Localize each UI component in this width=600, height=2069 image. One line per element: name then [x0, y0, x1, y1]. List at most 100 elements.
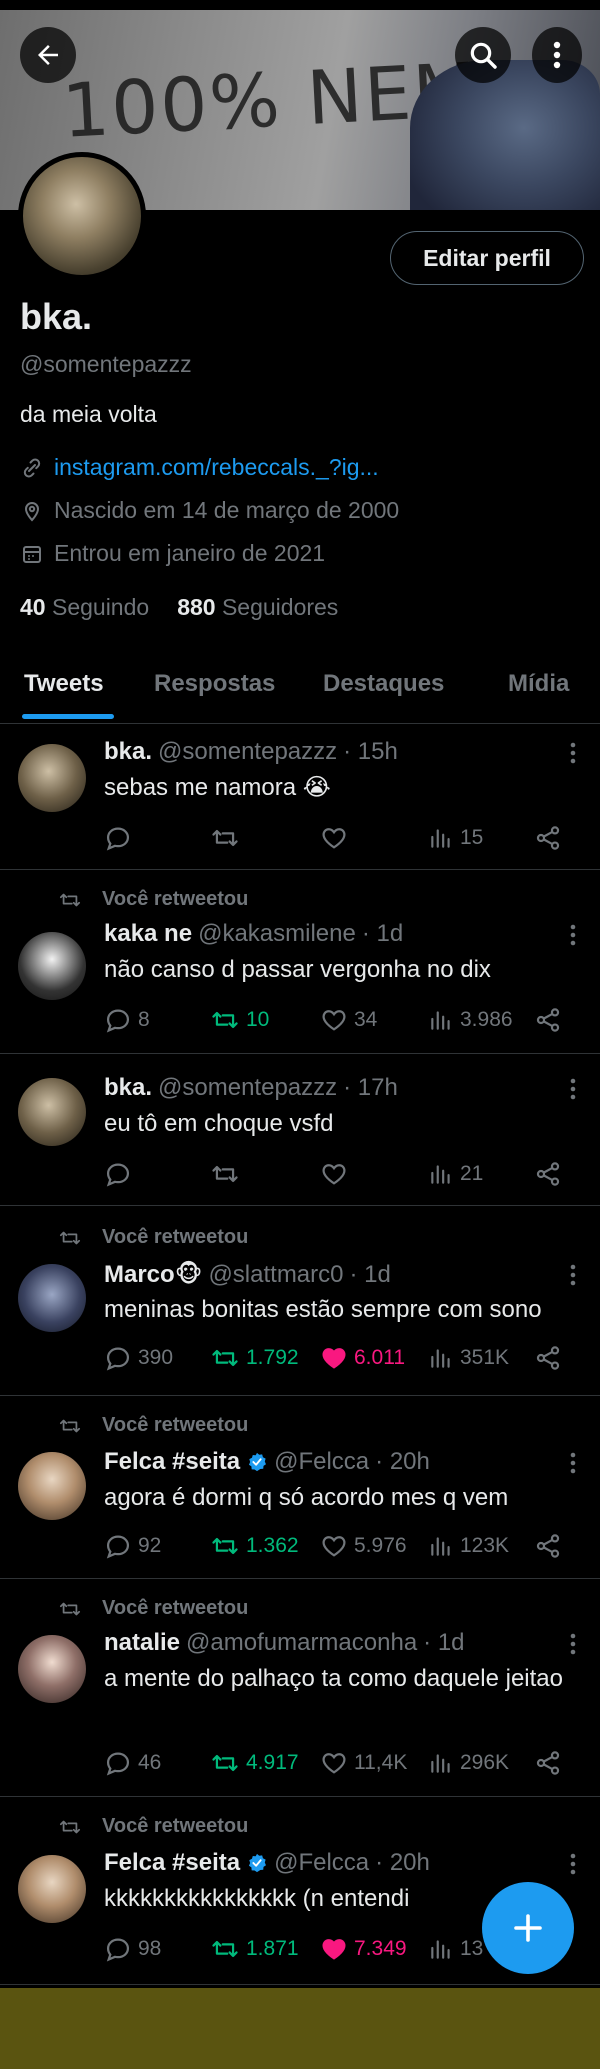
- retweet-count: 10: [246, 1008, 270, 1031]
- reply-button[interactable]: [104, 1160, 138, 1188]
- like-count: 6.011: [354, 1346, 405, 1369]
- share-button[interactable]: [534, 1160, 562, 1188]
- tweet-more-icon[interactable]: [570, 924, 576, 946]
- like-button[interactable]: 6.011: [320, 1344, 405, 1372]
- location-pin-icon: [24, 501, 40, 521]
- tweet-more-icon[interactable]: [570, 1633, 576, 1655]
- retweeted-label: Você retweetou: [102, 1597, 249, 1619]
- followers-stat[interactable]: 880 Seguidores: [177, 594, 338, 621]
- tweet-author-name[interactable]: kaka ne: [104, 920, 192, 948]
- profile-link[interactable]: instagram.com/rebeccals._?ig...: [54, 454, 379, 481]
- profile-link-row[interactable]: instagram.com/rebeccals._?ig...: [20, 454, 379, 481]
- views-button[interactable]: 15: [428, 824, 483, 852]
- retweet-button[interactable]: 1.362: [210, 1532, 299, 1560]
- retweeted-label-row: Você retweetou: [59, 1414, 248, 1437]
- profile-avatar[interactable]: [18, 152, 146, 280]
- tweet-author-name[interactable]: natalie: [104, 1629, 180, 1657]
- views-count: 3.986: [460, 1008, 513, 1031]
- tab-respostas[interactable]: Respostas: [154, 670, 275, 698]
- tab-destaques[interactable]: Destaques: [323, 670, 444, 698]
- tweet-item[interactable]: Você retweetou natalie @amofumarmaconha ·…: [0, 1579, 600, 1797]
- tweet-avatar[interactable]: [18, 1452, 86, 1520]
- share-icon: [536, 1008, 560, 1032]
- reply-button[interactable]: 8: [104, 1006, 150, 1034]
- tweet-author-name[interactable]: Marco🐵: [104, 1260, 202, 1289]
- tweet-item[interactable]: bka. @somentepazzz · 17h eu tô em choque v…: [0, 1054, 600, 1206]
- tweet-more-icon[interactable]: [570, 742, 576, 764]
- reply-icon: [106, 827, 130, 851]
- tweet-more-icon[interactable]: [570, 1853, 576, 1875]
- reply-count: 46: [138, 1751, 162, 1774]
- like-button[interactable]: 34: [320, 1006, 377, 1034]
- tweet-text: não canso d passar vergonha no dix: [104, 956, 491, 983]
- tweet-author-name[interactable]: Felca #seita: [104, 1849, 240, 1877]
- reply-button[interactable]: [104, 824, 138, 852]
- back-button[interactable]: [20, 27, 76, 83]
- following-label: Seguindo: [51, 594, 150, 620]
- tweet-avatar[interactable]: [18, 1635, 86, 1703]
- reply-button[interactable]: 390: [104, 1344, 173, 1372]
- views-button[interactable]: 13: [428, 1935, 483, 1963]
- tweet-actions: 46 4.917 11,4K 296K: [104, 1749, 574, 1781]
- tweet-item[interactable]: bka. @somentepazzz · 15h sebas me namora 😭…: [0, 724, 600, 870]
- tweet-author-name[interactable]: Felca #seita: [104, 1448, 240, 1476]
- like-button[interactable]: [320, 824, 354, 852]
- profile-birth: Nascido em 14 de março de 2000: [54, 497, 400, 523]
- tweet-item[interactable]: Você retweetou kaka ne @kakasmilene · 1d n…: [0, 870, 600, 1054]
- share-button[interactable]: [534, 1006, 562, 1034]
- like-count: 34: [354, 1008, 378, 1031]
- like-button[interactable]: 5.976: [320, 1532, 407, 1560]
- tweet-more-icon[interactable]: [570, 1264, 576, 1286]
- share-button[interactable]: [534, 824, 562, 852]
- views-button[interactable]: 351K: [428, 1344, 509, 1372]
- retweet-button[interactable]: [210, 824, 246, 852]
- tweet-avatar[interactable]: [18, 744, 86, 812]
- share-button[interactable]: [534, 1532, 562, 1560]
- views-button[interactable]: 123K: [428, 1532, 509, 1560]
- tweet-avatar[interactable]: [18, 1855, 86, 1923]
- search-button[interactable]: [455, 27, 511, 83]
- views-button[interactable]: 296K: [428, 1749, 509, 1777]
- retweet-button[interactable]: 10: [210, 1006, 269, 1034]
- retweeted-indicator-icon: [59, 1231, 81, 1244]
- bottom-bar: [0, 1988, 600, 2069]
- views-icon: [431, 1349, 450, 1368]
- retweet-icon: [212, 1011, 238, 1029]
- tweet-author-name[interactable]: bka.: [104, 1074, 152, 1102]
- tab-midia[interactable]: Mídia: [508, 670, 569, 698]
- retweet-button[interactable]: 4.917: [210, 1749, 299, 1777]
- reply-button[interactable]: 98: [104, 1935, 161, 1963]
- reply-button[interactable]: 46: [104, 1749, 161, 1777]
- retweet-icon: [212, 1754, 238, 1772]
- tweet-avatar[interactable]: [18, 932, 86, 1000]
- share-icon: [536, 1346, 560, 1370]
- views-button[interactable]: 3.986: [428, 1006, 513, 1034]
- like-button[interactable]: 7.349: [320, 1935, 407, 1963]
- retweet-button[interactable]: 1.792: [210, 1344, 299, 1372]
- like-button[interactable]: 11,4K: [320, 1749, 407, 1777]
- tweet-item[interactable]: Você retweetou Felca #seita @Felcca · 20h…: [0, 1396, 600, 1579]
- heart-icon: [322, 1753, 346, 1774]
- tweet-avatar[interactable]: [18, 1264, 86, 1332]
- following-stat[interactable]: 40 Seguindo: [20, 594, 149, 621]
- tweet-avatar[interactable]: [18, 1078, 86, 1146]
- retweet-button[interactable]: 1.871: [210, 1935, 299, 1963]
- share-button[interactable]: [534, 1749, 562, 1777]
- tweet-author-name[interactable]: bka.: [104, 738, 152, 766]
- tweet-more-icon[interactable]: [570, 1078, 576, 1100]
- reply-button[interactable]: 92: [104, 1532, 161, 1560]
- tweet-actions: 8 10 34 3.986: [104, 1006, 574, 1038]
- banner-figure: [410, 60, 600, 210]
- edit-profile-button[interactable]: Editar perfil: [390, 231, 584, 285]
- views-button[interactable]: 21: [428, 1160, 483, 1188]
- compose-button[interactable]: [482, 1882, 574, 1974]
- tweet-more-icon[interactable]: [570, 1452, 576, 1474]
- like-button[interactable]: [320, 1160, 354, 1188]
- tweet-item[interactable]: Você retweetou Marco🐵 @slattmarc0 · 1d men…: [0, 1206, 600, 1396]
- profile-joined: Entrou em janeiro de 2021: [54, 540, 326, 566]
- more-options-button[interactable]: [532, 27, 582, 83]
- tweet-author-handle: @Felcca: [274, 1849, 370, 1876]
- tab-tweets[interactable]: Tweets: [24, 670, 104, 698]
- retweet-button[interactable]: [210, 1160, 246, 1188]
- share-button[interactable]: [534, 1344, 562, 1372]
